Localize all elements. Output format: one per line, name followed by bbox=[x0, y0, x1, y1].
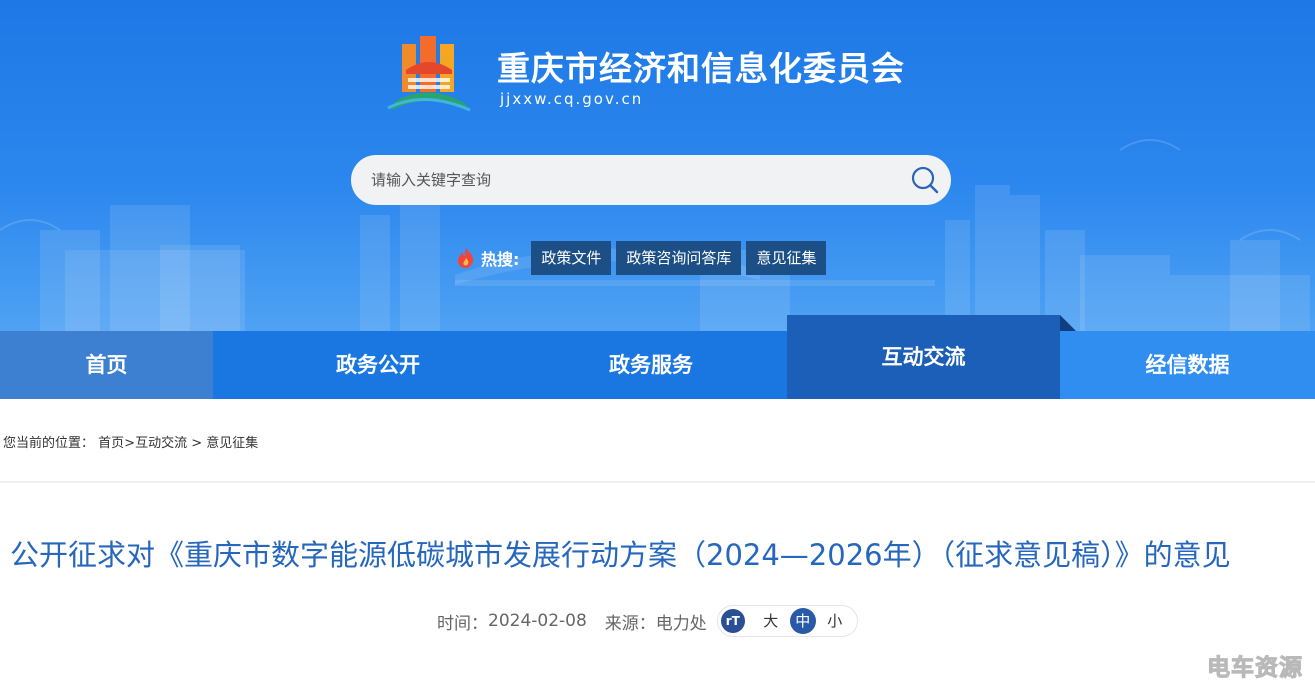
hot-tag-policy-qa[interactable]: 政策咨询问答库 bbox=[616, 241, 742, 275]
nav-government-affairs-open[interactable]: 政务公开 bbox=[240, 331, 516, 399]
source-label: 来源： bbox=[604, 613, 656, 634]
search-bar bbox=[351, 155, 951, 205]
hot-search-label: 热搜: bbox=[481, 250, 520, 269]
breadcrumb-interaction[interactable]: 互动交流 bbox=[135, 436, 187, 451]
breadcrumb-prefix: 您当前的位置： bbox=[3, 436, 95, 451]
breadcrumb-opinion-collection[interactable]: 意见征集 bbox=[206, 436, 258, 451]
hot-tag-opinion-collection[interactable]: 意见征集 bbox=[746, 241, 827, 275]
publish-date: 2024-02-08 bbox=[488, 611, 587, 631]
font-size-switcher: rT 大 中 小 bbox=[716, 605, 858, 637]
font-size-medium[interactable]: 中 bbox=[789, 608, 816, 634]
nav-government-services[interactable]: 政务服务 bbox=[516, 331, 786, 399]
flame-icon bbox=[458, 248, 474, 268]
nav-active-fold bbox=[1060, 315, 1076, 331]
nav-home[interactable]: 首页 bbox=[0, 331, 213, 399]
nav-interaction-active[interactable]: 互动交流 bbox=[787, 315, 1060, 399]
breadcrumb-separator: > bbox=[187, 436, 207, 451]
breadcrumb-separator: > bbox=[124, 436, 136, 451]
emblem-logo-icon bbox=[387, 36, 471, 112]
font-size-large[interactable]: 大 bbox=[758, 608, 784, 634]
nav-economic-data[interactable]: 经信数据 bbox=[1060, 331, 1315, 399]
source-value: 电力处 bbox=[655, 613, 707, 634]
main-nav: 首页 政务公开 政务服务 经信数据 bbox=[0, 331, 1315, 399]
article-meta: 时间： 2024-02-08 来源： 电力处 rT 大 中 小 bbox=[437, 605, 858, 637]
site-header: 重庆市经济和信息化委员会 jjxxw.cq.gov.cn 热搜: 政策文件 政策… bbox=[0, 0, 1315, 331]
breadcrumb-home[interactable]: 首页 bbox=[98, 436, 124, 451]
site-domain: jjxxw.cq.gov.cn bbox=[500, 90, 644, 108]
font-size-small[interactable]: 小 bbox=[822, 608, 848, 634]
font-size-icon: rT bbox=[720, 609, 745, 633]
article-title: 公开征求对《重庆市数字能源低碳城市发展行动方案（2024—2026年）（征求意见… bbox=[10, 538, 1231, 572]
hot-search: 热搜: 政策文件 政策咨询问答库 意见征集 bbox=[455, 241, 831, 275]
divider bbox=[0, 481, 1315, 483]
breadcrumb: 您当前的位置： 首页>互动交流 > 意见征集 bbox=[3, 432, 258, 451]
search-icon[interactable] bbox=[909, 164, 941, 196]
site-title: 重庆市经济和信息化委员会 bbox=[497, 49, 905, 88]
search-input[interactable] bbox=[371, 155, 901, 205]
watermark: 电车资源 bbox=[1207, 655, 1303, 682]
hot-tag-policy-documents[interactable]: 政策文件 bbox=[531, 241, 612, 275]
time-label: 时间： bbox=[437, 613, 488, 634]
